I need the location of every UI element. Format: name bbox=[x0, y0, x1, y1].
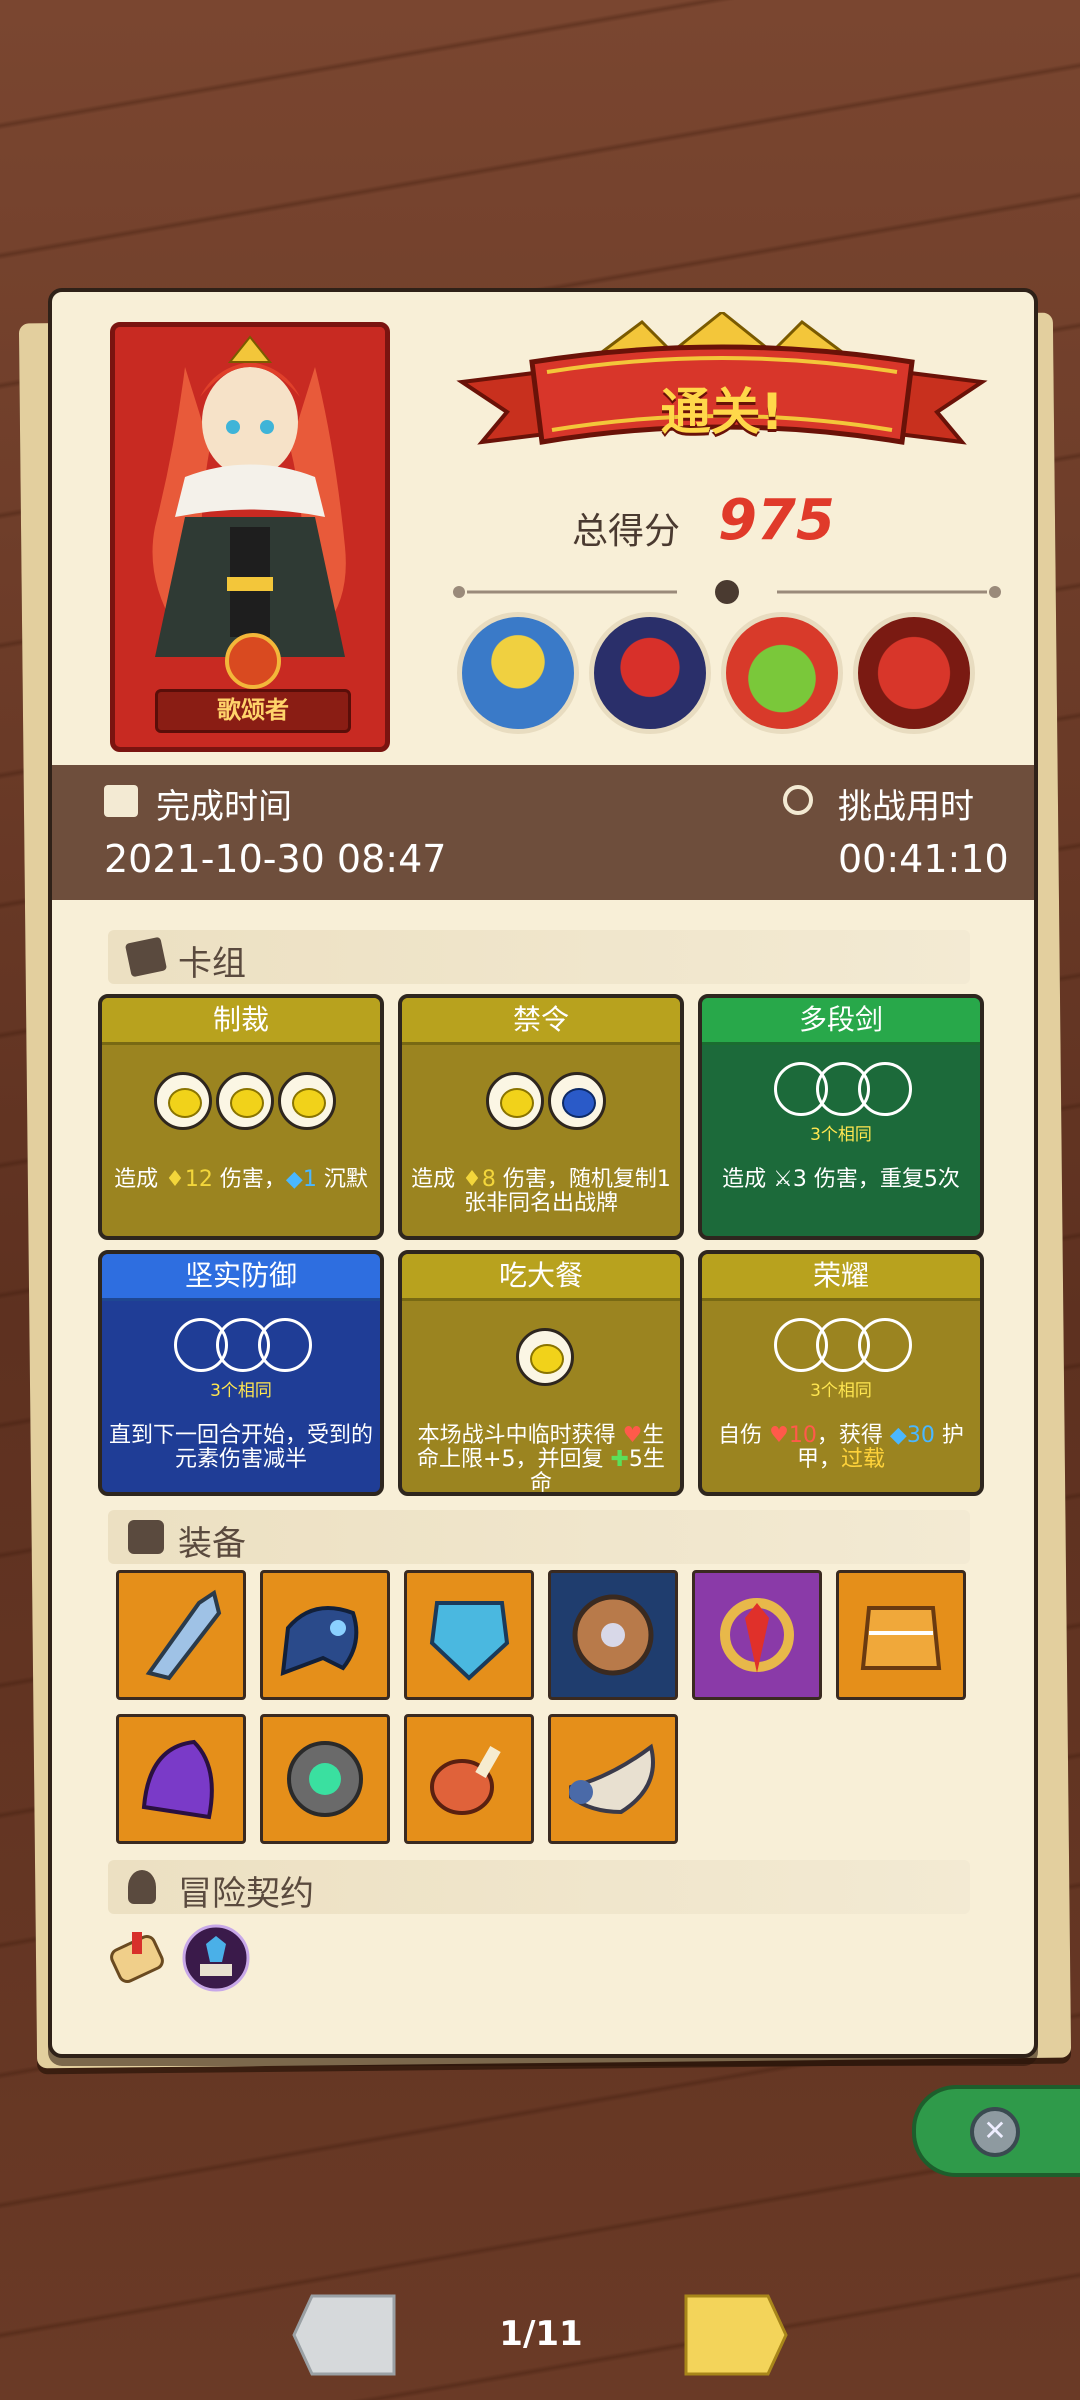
time-bar: 完成时间 2021-10-30 08:47 挑战用时 00:41:10 bbox=[52, 765, 1034, 900]
same-count-label: 3个相同 bbox=[810, 1125, 872, 1145]
cards-icon bbox=[124, 936, 168, 978]
card-rongyao[interactable]: 荣耀 3个相同 自伤 ♥10，获得 ◆30 护甲，过载 bbox=[698, 1250, 984, 1496]
blueberry-coin-icon bbox=[548, 1072, 606, 1130]
scroll-icon[interactable] bbox=[104, 1922, 176, 1994]
deck-header: 卡组 bbox=[108, 930, 970, 984]
lemon-coin-icon bbox=[516, 1328, 574, 1386]
stopwatch-icon bbox=[783, 785, 813, 815]
card-title: 多段剑 bbox=[702, 998, 980, 1045]
card-title: 坚实防御 bbox=[102, 1254, 380, 1301]
crystal-shield-icon[interactable] bbox=[404, 1570, 534, 1700]
lemon-coin-icon bbox=[154, 1072, 212, 1130]
card-title: 禁令 bbox=[402, 998, 680, 1045]
challenge-time-label: 挑战用时 bbox=[838, 787, 974, 827]
empty-slot-icon bbox=[258, 1318, 312, 1372]
card-duoduanjian[interactable]: 多段剑 3个相同 造成 ⚔3 伤害，重复5次 bbox=[698, 994, 984, 1240]
enemy-red-demon-icon[interactable] bbox=[853, 612, 975, 734]
card-title: 制裁 bbox=[102, 998, 380, 1045]
horn-icon[interactable] bbox=[548, 1714, 678, 1844]
hero-medal-icon bbox=[225, 633, 281, 689]
card-description: 造成 ⚔3 伤害，重复5次 bbox=[722, 1167, 960, 1192]
empty-slot-icon bbox=[858, 1318, 912, 1372]
card-description: 直到下一回合开始，受到的元素伤害减半 bbox=[108, 1423, 373, 1472]
enemy-cage-warrior-icon[interactable] bbox=[589, 612, 711, 734]
card-title: 荣耀 bbox=[702, 1254, 980, 1301]
next-page-button[interactable] bbox=[682, 2292, 788, 2378]
person-icon bbox=[128, 1870, 156, 1904]
empty-slot-icon bbox=[858, 1062, 912, 1116]
meat-leg-icon[interactable] bbox=[404, 1714, 534, 1844]
card-jianshifangyu[interactable]: 坚实防御 3个相同 直到下一回合开始，受到的元素伤害减半 bbox=[98, 1250, 384, 1496]
hero-name: 歌颂者 bbox=[155, 689, 351, 733]
score-row: 总得分 975 bbox=[572, 488, 892, 553]
card-title: 吃大餐 bbox=[402, 1254, 680, 1301]
crystal-book-icon[interactable] bbox=[180, 1922, 252, 1994]
page-indicator: 1/11 bbox=[499, 2314, 583, 2354]
card-description: 本场战斗中临时获得 ♥生命上限+5，并回复 ✚5生命 bbox=[417, 1423, 665, 1496]
card-description: 自伤 ♥10，获得 ◆30 护甲，过载 bbox=[718, 1423, 964, 1472]
purple-hood-icon[interactable] bbox=[116, 1714, 246, 1844]
contract-header: 冒险契约 bbox=[108, 1860, 970, 1914]
result-panel: 歌颂者 通关! 总得分 975 完成时间 2021-10-30 08:47 挑战… bbox=[48, 288, 1038, 2058]
enemy-green-ogre-icon[interactable] bbox=[721, 612, 843, 734]
spiral-relic-icon[interactable] bbox=[260, 1714, 390, 1844]
deck-title: 卡组 bbox=[178, 944, 246, 984]
victory-text: 通关! bbox=[660, 383, 784, 441]
card-jinling[interactable]: 禁令 造成 ♦8 伤害，随机复制1张非同名出战牌 bbox=[398, 994, 684, 1240]
round-shield-icon[interactable] bbox=[548, 1570, 678, 1700]
box-icon bbox=[128, 1520, 164, 1554]
ornament-divider bbox=[453, 580, 1001, 604]
lemon-coin-icon bbox=[278, 1072, 336, 1130]
woven-cloak-icon[interactable] bbox=[836, 1570, 966, 1700]
enemy-straw-hat-icon[interactable] bbox=[457, 612, 579, 734]
card-zhicai[interactable]: 制裁 造成 ♦12 伤害，◆1 沉默 bbox=[98, 994, 384, 1240]
equipment-title: 装备 bbox=[178, 1524, 246, 1564]
close-tab[interactable]: ✕ bbox=[912, 2085, 1080, 2177]
defeated-enemies bbox=[457, 612, 1017, 742]
lemon-coin-icon bbox=[216, 1072, 274, 1130]
close-icon[interactable]: ✕ bbox=[970, 2107, 1020, 2157]
plague-mask-icon[interactable] bbox=[260, 1570, 390, 1700]
calendar-icon bbox=[104, 785, 138, 817]
prev-page-button[interactable] bbox=[292, 2292, 398, 2378]
complete-time-label: 完成时间 bbox=[156, 787, 292, 827]
card-chidacan[interactable]: 吃大餐 本场战斗中临时获得 ♥生命上限+5，并回复 ✚5生命 bbox=[398, 1250, 684, 1496]
same-count-label: 3个相同 bbox=[810, 1381, 872, 1401]
score-value: 975 bbox=[718, 488, 835, 553]
score-label: 总得分 bbox=[572, 511, 681, 552]
same-count-label: 3个相同 bbox=[210, 1381, 272, 1401]
challenge-time-value: 00:41:10 bbox=[838, 837, 1009, 881]
equipment-header: 装备 bbox=[108, 1510, 970, 1564]
lemon-coin-icon bbox=[486, 1072, 544, 1130]
card-description: 造成 ♦12 伤害，◆1 沉默 bbox=[114, 1167, 368, 1192]
contract-title: 冒险契约 bbox=[178, 1874, 314, 1914]
ruby-ring-icon[interactable] bbox=[692, 1570, 822, 1700]
complete-time-value: 2021-10-30 08:47 bbox=[104, 837, 447, 881]
card-description: 造成 ♦8 伤害，随机复制1张非同名出战牌 bbox=[411, 1167, 671, 1216]
hero-card[interactable]: 歌颂者 bbox=[110, 322, 390, 752]
jagged-blade-icon[interactable] bbox=[116, 1570, 246, 1700]
